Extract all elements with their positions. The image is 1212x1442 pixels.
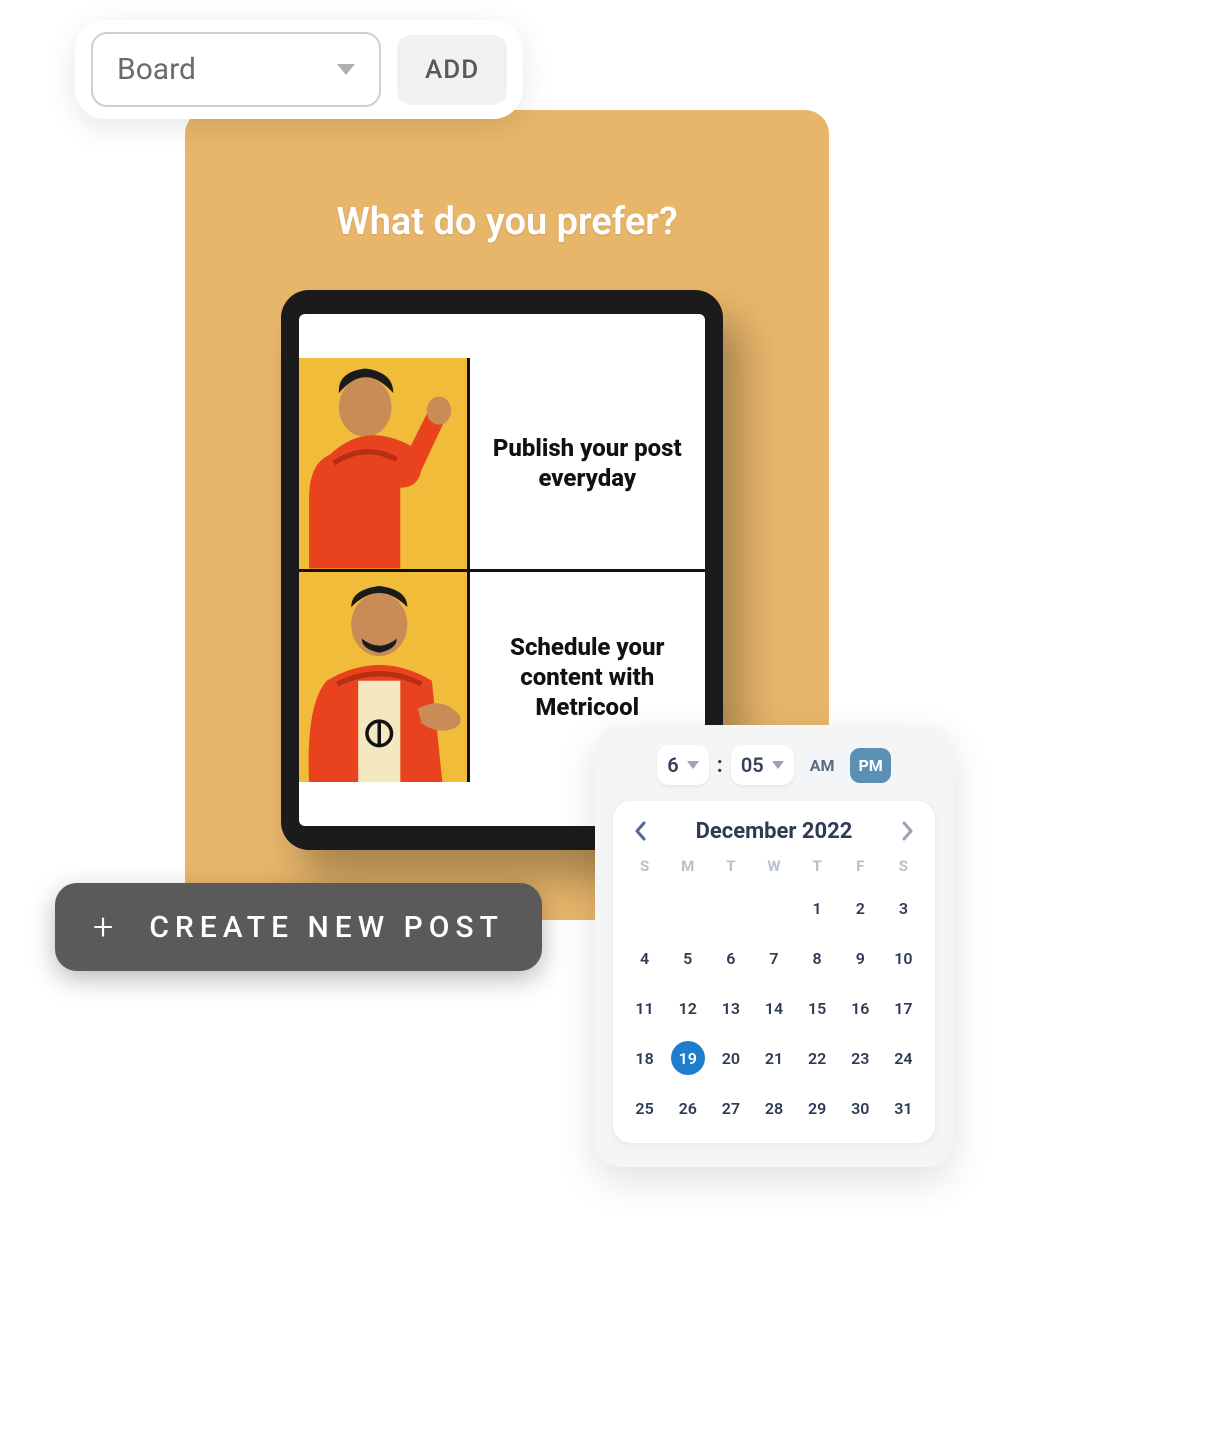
minute-select[interactable]: 05 [731, 745, 794, 785]
calendar-day[interactable]: 31 [886, 1091, 920, 1125]
calendar-day[interactable]: 28 [757, 1091, 791, 1125]
hour-select[interactable]: 6 [657, 745, 708, 785]
hour-value: 6 [667, 753, 678, 777]
calendar-day[interactable]: 25 [628, 1091, 662, 1125]
calendar-day[interactable]: 18 [628, 1041, 662, 1075]
calendar-day[interactable]: 23 [843, 1041, 877, 1075]
chevron-left-icon [633, 821, 647, 841]
calendar-blank [671, 891, 705, 925]
time-row: 6 : 05 AM PM [613, 745, 935, 785]
calendar-day[interactable]: 6 [714, 941, 748, 975]
chevron-down-icon [772, 761, 784, 769]
calendar-blank [628, 891, 662, 925]
datetime-picker: 6 : 05 AM PM December 2022 SMTWTFS123456… [595, 725, 953, 1167]
calendar-weekday: S [640, 857, 649, 875]
meme-text-top: Publish your post everyday [470, 358, 705, 569]
board-toolbar: Board ADD [75, 20, 523, 119]
create-new-post-button[interactable]: + CREATE NEW POST [55, 883, 542, 971]
minute-value: 05 [741, 753, 764, 777]
chevron-right-icon [901, 821, 915, 841]
calendar-header: December 2022 [625, 817, 923, 845]
calendar-day[interactable]: 2 [843, 891, 877, 925]
calendar-day[interactable]: 21 [757, 1041, 791, 1075]
calendar-day[interactable]: 17 [886, 991, 920, 1025]
calendar-day[interactable]: 26 [671, 1091, 705, 1125]
calendar-blank [714, 891, 748, 925]
am-toggle[interactable]: AM [802, 748, 843, 783]
calendar-day[interactable]: 29 [800, 1091, 834, 1125]
calendar-day[interactable]: 24 [886, 1041, 920, 1075]
calendar-blank [757, 891, 791, 925]
calendar-day[interactable]: 14 [757, 991, 791, 1025]
calendar-next-button[interactable] [893, 817, 923, 845]
calendar-weekday: M [681, 857, 694, 875]
meme-image-approve [299, 572, 470, 783]
board-select[interactable]: Board [91, 32, 381, 107]
create-new-post-label: CREATE NEW POST [149, 910, 504, 945]
calendar-grid: SMTWTFS123456789101112131415161718192021… [625, 857, 923, 1125]
calendar-day[interactable]: 12 [671, 991, 705, 1025]
calendar-day[interactable]: 10 [886, 941, 920, 975]
calendar: December 2022 SMTWTFS1234567891011121314… [613, 801, 935, 1143]
meme-row-top: Publish your post everyday [299, 358, 705, 569]
calendar-weekday: S [899, 857, 908, 875]
calendar-day[interactable]: 19 [671, 1041, 705, 1075]
calendar-day[interactable]: 16 [843, 991, 877, 1025]
chevron-down-icon [687, 761, 699, 769]
calendar-month-label: December 2022 [696, 819, 853, 844]
chevron-down-icon [337, 64, 355, 75]
calendar-weekday: T [726, 857, 735, 875]
calendar-day[interactable]: 7 [757, 941, 791, 975]
calendar-day[interactable]: 15 [800, 991, 834, 1025]
calendar-day[interactable]: 8 [800, 941, 834, 975]
calendar-day[interactable]: 1 [800, 891, 834, 925]
calendar-day[interactable]: 3 [886, 891, 920, 925]
plus-icon: + [93, 909, 113, 945]
calendar-day[interactable]: 11 [628, 991, 662, 1025]
pm-toggle[interactable]: PM [850, 748, 890, 783]
calendar-weekday: W [767, 857, 780, 875]
calendar-weekday: F [856, 857, 864, 875]
post-title: What do you prefer? [185, 200, 829, 244]
board-select-label: Board [117, 52, 196, 87]
calendar-day[interactable]: 5 [671, 941, 705, 975]
add-button[interactable]: ADD [397, 35, 507, 105]
meme-image-reject [299, 358, 470, 569]
calendar-day[interactable]: 20 [714, 1041, 748, 1075]
calendar-day[interactable]: 13 [714, 991, 748, 1025]
calendar-day[interactable]: 27 [714, 1091, 748, 1125]
calendar-day[interactable]: 9 [843, 941, 877, 975]
time-colon: : [717, 753, 723, 778]
calendar-day[interactable]: 30 [843, 1091, 877, 1125]
calendar-day[interactable]: 4 [628, 941, 662, 975]
calendar-day[interactable]: 22 [800, 1041, 834, 1075]
calendar-weekday: T [812, 857, 821, 875]
calendar-prev-button[interactable] [625, 817, 655, 845]
